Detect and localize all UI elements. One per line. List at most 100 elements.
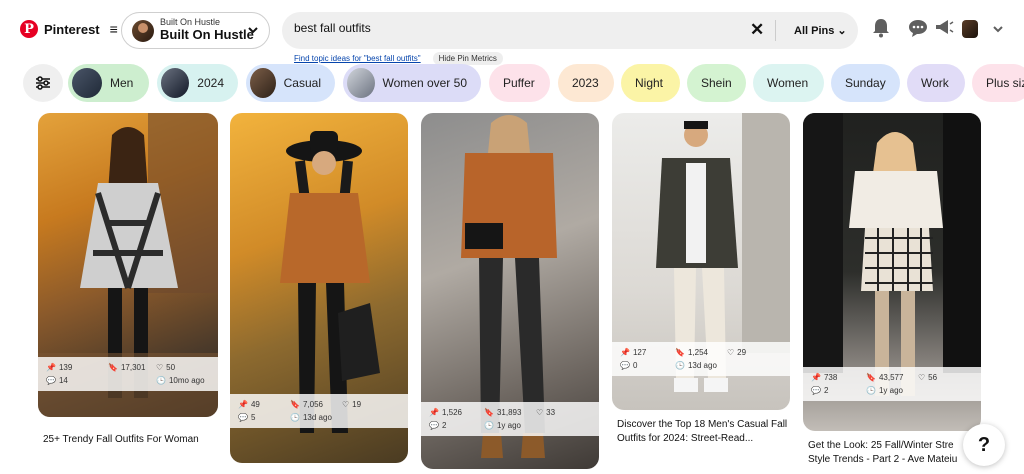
pin-pins-count: 17,301 [120, 363, 146, 372]
heart-icon: ♡ [156, 363, 164, 372]
bell-icon[interactable] [872, 18, 890, 38]
chip-label: Plus siz [986, 76, 1024, 90]
chip-label: 2024 [197, 76, 224, 90]
bookmark-icon: 🔖 [675, 348, 685, 357]
chip-women[interactable]: Women [753, 64, 824, 102]
heart-icon: ♡ [918, 373, 926, 382]
pinterest-logo-link[interactable]: P Pinterest ≡ [20, 20, 118, 38]
chip-label: Work [921, 76, 949, 90]
clock-icon: 🕒 [290, 413, 300, 422]
chip-thumbnail [72, 68, 102, 98]
pin-likes: 19 [352, 400, 362, 409]
chip-thumbnail [250, 68, 276, 98]
megaphone-icon[interactable] [934, 18, 954, 36]
pin-card[interactable]: 📌 139 🔖 17,301 ♡ 50 💬 14 🕒 10mo ago 25+ Trend… [38, 113, 218, 453]
pin-metrics-panel: 📌 139 🔖 17,301 ♡ 50 💬 14 🕒 10mo ago [38, 357, 218, 391]
search-divider [775, 20, 776, 41]
pin-card[interactable]: 📌 738 🔖 43,577 ♡ 56 💬 2 🕒 1y ago Get the Look… [803, 113, 981, 474]
pin-title[interactable]: 25+ Trendy Fall Outfits For Woman [43, 433, 221, 447]
chip-label: Men [110, 76, 134, 90]
chip-2024[interactable]: 2024 [157, 64, 238, 102]
heart-icon: ♡ [536, 408, 544, 417]
pin-card[interactable]: 📌 49 🔖 7,056 ♡ 19 💬 5 🕒 13d ago [230, 113, 408, 473]
chip-label: Women over 50 [382, 76, 468, 90]
profile-switcher[interactable]: Built On Hustle Built On Hustle [121, 12, 270, 49]
chip-puffer[interactable]: Puffer [489, 64, 550, 102]
pin-pins-count: 31,893 [496, 408, 522, 417]
pin-card[interactable]: 📌 127 🔖 1,254 ♡ 29 💬 0 🕒 13d ago Discover the… [612, 113, 790, 453]
chip-thumbnail [347, 68, 375, 98]
chip-label: Women [767, 76, 809, 90]
pin-age: 1y ago [878, 386, 903, 395]
bookmark-icon: 🔖 [108, 363, 118, 372]
search-input[interactable] [294, 21, 734, 35]
chip-2023[interactable]: 2023 [558, 64, 614, 102]
chevron-down-icon[interactable] [992, 23, 1004, 35]
pin-saves-icon: 📌 [811, 373, 821, 382]
chip-sunday[interactable]: Sunday [831, 64, 900, 102]
chip-thumbnail [161, 68, 190, 98]
bookmark-icon: 🔖 [290, 400, 300, 409]
pin-likes: 29 [737, 348, 747, 357]
pin-age: 10mo ago [168, 376, 205, 385]
pin-saves: 1,526 [441, 408, 462, 417]
comment-icon: 💬 [811, 386, 821, 395]
pin-saves-icon: 📌 [620, 348, 630, 357]
brand-name: Pinterest [44, 21, 100, 37]
pin-saves-icon: 📌 [238, 400, 248, 409]
pinterest-logo-icon: P [20, 20, 38, 38]
comment-icon: 💬 [46, 376, 56, 385]
pin-card[interactable]: 📌 1,526 🔖 31,893 ♡ 33 💬 2 🕒 1y ago [421, 113, 599, 471]
pin-age: 13d ago [687, 361, 717, 370]
chip-label: 2023 [572, 76, 599, 90]
pin-likes: 50 [166, 363, 176, 372]
chip-women-over-50[interactable]: Women over 50 [343, 64, 481, 102]
profile-name: Built On Hustle [160, 27, 254, 43]
bookmark-icon: 🔖 [866, 373, 876, 382]
pin-comments: 2 [823, 386, 829, 395]
pin-pins-count: 7,056 [302, 400, 323, 409]
comment-icon: 💬 [429, 421, 439, 430]
pin-metrics-panel: 📌 738 🔖 43,577 ♡ 56 💬 2 🕒 1y ago [803, 367, 981, 401]
chip-label: Puffer [503, 76, 535, 90]
clock-icon: 🕒 [484, 421, 494, 430]
chip-label: Shein [701, 76, 732, 90]
pin-saves: 127 [632, 348, 647, 357]
chip-label: Casual [283, 76, 321, 90]
search-bar: ✕ All Pins ⌄ [282, 12, 858, 49]
clock-icon: 🕒 [866, 386, 876, 395]
pin-saves: 139 [58, 363, 73, 372]
pin-title[interactable]: Get the Look: 25 Fall/Winter Stre Style … [808, 439, 970, 469]
help-button[interactable]: ? [963, 424, 1005, 466]
chip-night[interactable]: Night [621, 64, 680, 102]
pin-pins-count: 43,577 [878, 373, 904, 382]
pin-likes: 56 [928, 373, 938, 382]
pin-age: 1y ago [496, 421, 521, 430]
chip-plus-size[interactable]: Plus siz [972, 64, 1024, 102]
pin-metrics-panel: 📌 127 🔖 1,254 ♡ 29 💬 0 🕒 13d ago [612, 342, 790, 376]
clock-icon: 🕒 [156, 376, 166, 385]
messages-icon[interactable] [908, 18, 928, 38]
pin-pins-count: 1,254 [687, 348, 708, 357]
pin-saves-icon: 📌 [46, 363, 56, 372]
chip-men[interactable]: Men [68, 64, 149, 102]
chip-work[interactable]: Work [907, 64, 965, 102]
account-avatar[interactable] [962, 20, 978, 38]
clear-search-icon[interactable]: ✕ [750, 20, 764, 40]
pin-comments: 0 [632, 361, 638, 370]
chip-casual[interactable]: Casual [246, 64, 335, 102]
filter-chips-bar: Men 2024 Casual Women over 50 Puffer 202… [0, 62, 1024, 106]
pin-saves: 738 [823, 373, 838, 382]
chip-shein[interactable]: Shein [687, 64, 746, 102]
menu-icon[interactable]: ≡ [110, 21, 118, 37]
pin-age: 13d ago [302, 413, 332, 422]
pin-title[interactable]: Discover the Top 18 Men's Casual Fall Ou… [617, 418, 793, 446]
heart-icon: ♡ [727, 348, 735, 357]
filter-settings-button[interactable] [23, 64, 63, 102]
pin-metrics-panel: 📌 1,526 🔖 31,893 ♡ 33 💬 2 🕒 1y ago [421, 402, 599, 436]
pin-comments: 14 [58, 376, 68, 385]
pin-scope-dropdown[interactable]: All Pins ⌄ [794, 24, 847, 37]
pin-saves: 49 [250, 400, 260, 409]
pin-metrics-panel: 📌 49 🔖 7,056 ♡ 19 💬 5 🕒 13d ago [230, 394, 408, 428]
pin-comments: 2 [441, 421, 447, 430]
